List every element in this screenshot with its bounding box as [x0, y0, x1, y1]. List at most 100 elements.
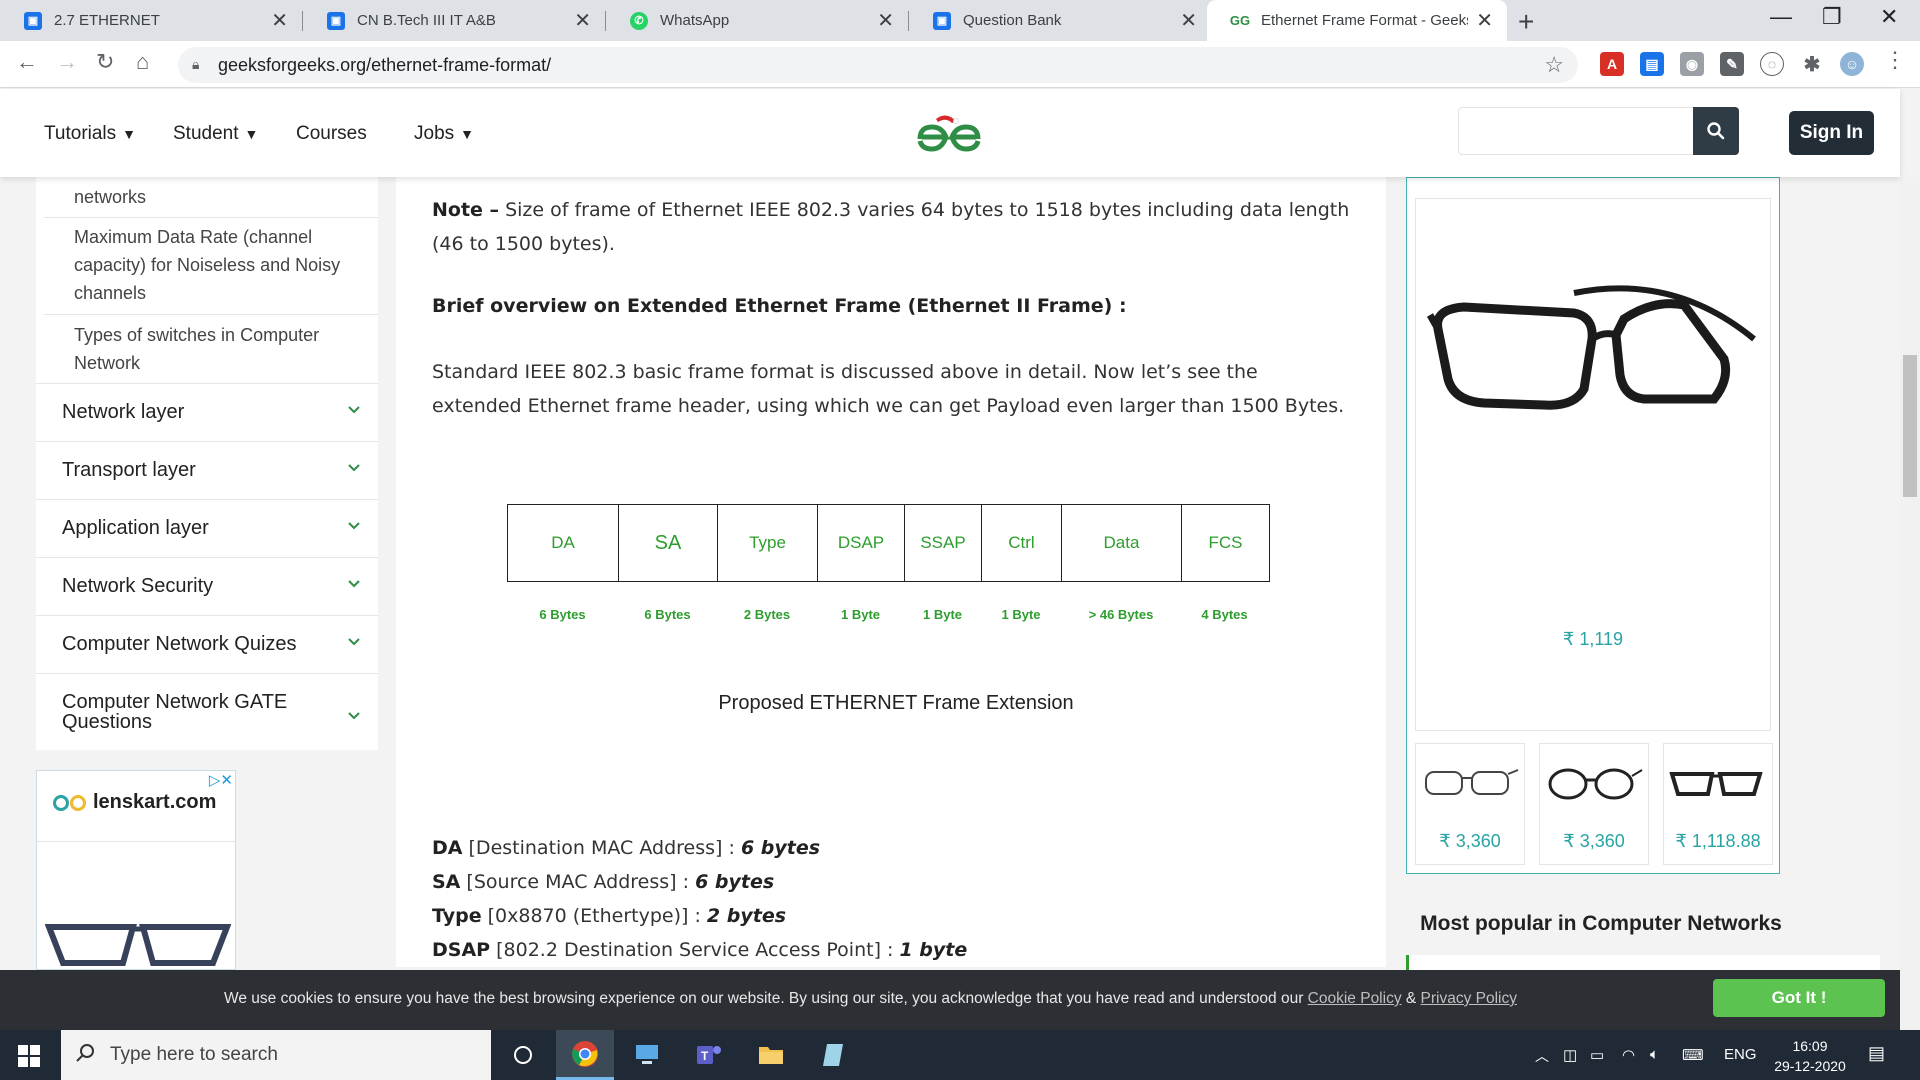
menu-tutorials[interactable]: Tutorials ▼ [44, 123, 136, 145]
pdf-extension-icon[interactable]: A [1600, 52, 1624, 76]
windows-start-icon[interactable] [18, 1045, 40, 1067]
browser-toolbar: ← → ↻ ⌂ 🔒︎ geeksforgeeks.org/ethernet-fr… [0, 41, 1920, 88]
frame-format-diagram: DA SA Type DSAP SSAP Ctrl Data FCS [507, 504, 1270, 582]
sidebar-item-network-layer[interactable]: Network layer [36, 383, 378, 441]
sidebar-item-label: Network layer [62, 401, 185, 423]
clock-date: 29-12-2020 [1774, 1058, 1846, 1074]
product-thumbnail[interactable]: ₹ 3,360 [1539, 743, 1649, 865]
eyeglasses-image [1425, 769, 1519, 795]
notification-icon[interactable]: ▤ [1868, 1043, 1885, 1064]
eyeglasses-image [1426, 285, 1756, 410]
ad-brand-name: lenskart.com [93, 791, 217, 813]
camera-extension-icon[interactable]: ◉ [1680, 52, 1704, 76]
close-tab-icon[interactable]: ✕ [574, 8, 591, 33]
note-paragraph: Note – Size of frame of Ethernet IEEE 80… [432, 193, 1352, 261]
eyedropper-extension-icon[interactable]: ✎ [1720, 52, 1744, 76]
address-bar[interactable]: 🔒︎ geeksforgeeks.org/ethernet-frame-form… [178, 47, 1578, 83]
back-icon[interactable]: ← [16, 49, 38, 75]
product-main[interactable]: ₹ 1,119 [1415, 198, 1771, 731]
chrome-taskbar-icon[interactable] [556, 1030, 614, 1080]
reload-icon[interactable]: ↻ [96, 49, 114, 75]
frame-field-cell: Data [1062, 505, 1182, 581]
browser-tab-strip: ▣ 2.7 ETHERNET ✕ ▣ CN B.Tech III IT A&B … [0, 0, 1920, 41]
sidebar-sublink[interactable]: Maximum Data Rate (channel capacity) for… [74, 223, 364, 307]
close-window-icon[interactable]: ✕ [1880, 4, 1898, 30]
meet-now-icon[interactable]: ◫ [1563, 1046, 1577, 1064]
field-desc: [0x8870 (Ethertype)] : [481, 905, 707, 927]
tab-title: WhatsApp [660, 12, 730, 29]
product-thumbnail[interactable]: ₹ 3,360 [1415, 743, 1525, 865]
close-tab-icon[interactable]: ✕ [271, 8, 288, 33]
scrollbar-thumb[interactable] [1903, 355, 1917, 497]
tab-question-bank[interactable]: ▣ Question Bank ✕ [909, 0, 1211, 41]
battery-icon[interactable]: ▭ [1590, 1046, 1604, 1064]
menu-jobs[interactable]: Jobs ▼ [414, 123, 474, 145]
field-name: Type [432, 905, 482, 927]
google-classroom-icon: ▣ [24, 11, 42, 30]
taskbar-search-box[interactable]: Type here to search [61, 1030, 491, 1080]
teams-taskbar-icon[interactable]: T [680, 1030, 738, 1080]
wifi-icon[interactable]: ◠ [1622, 1046, 1635, 1064]
sidebar-item-computer-network-quizes[interactable]: Computer Network Quizes [36, 615, 378, 673]
lock-icon[interactable]: 🔒︎ [192, 56, 199, 73]
task-view-icon[interactable] [494, 1030, 552, 1080]
sidebar-item-application-layer[interactable]: Application layer [36, 499, 378, 557]
sidebar-item-computer-network-gate[interactable]: Computer Network GATE Questions [36, 673, 378, 750]
tab-title: 2.7 ETHERNET [54, 12, 160, 29]
language-indicator[interactable]: ENG [1724, 1046, 1757, 1063]
url-text[interactable]: geeksforgeeks.org/ethernet-frame-format/ [218, 55, 551, 76]
search-button[interactable] [1693, 107, 1739, 155]
tab-ethernet-frame-format[interactable]: GG Ethernet Frame Format - Geeksfc ✕ [1207, 0, 1507, 41]
sidebar-item-label: Computer Network GATE Questions [62, 691, 288, 733]
privacy-policy-link[interactable]: Privacy Policy [1421, 990, 1517, 1007]
gfg-logo[interactable] [914, 109, 984, 159]
screen-capture-extension-icon[interactable]: ▤ [1640, 52, 1664, 76]
frame-size-label: 1 Byte [840, 607, 881, 622]
chevron-down-icon [348, 580, 360, 588]
sidebar-sublink[interactable]: Types of switches in Computer Network [74, 321, 364, 377]
close-tab-icon[interactable]: ✕ [1180, 8, 1197, 33]
frame-field-cell: SA [619, 505, 718, 581]
new-tab-button[interactable]: + [1518, 6, 1534, 38]
sidebar-ad[interactable]: ▷✕ lenskart.com [36, 770, 236, 970]
browser-menu-icon[interactable]: ⋮ [1884, 47, 1906, 73]
forward-icon[interactable]: → [56, 49, 78, 75]
minimize-icon[interactable]: — [1770, 4, 1792, 30]
remote-desktop-taskbar-icon[interactable] [618, 1030, 676, 1080]
google-classroom-icon: ▣ [327, 11, 345, 30]
sidebar-item-network-security[interactable]: Network Security [36, 557, 378, 615]
tray-chevron-up-icon[interactable]: ︿ [1535, 1046, 1549, 1066]
product-ad-panel[interactable]: ₹ 1,119 ₹ 3,360 ₹ 3,360 ₹ 1,118.88 [1406, 177, 1780, 874]
tab-cn-btech[interactable]: ▣ CN B.Tech III IT A&B ✕ [303, 0, 605, 41]
home-icon[interactable]: ⌂ [136, 49, 149, 75]
sidebar-item-transport-layer[interactable]: Transport layer [36, 441, 378, 499]
got-it-button[interactable]: Got It ! [1713, 979, 1885, 1017]
close-tab-icon[interactable]: ✕ [877, 8, 894, 33]
tab-ethernet[interactable]: ▣ 2.7 ETHERNET ✕ [0, 0, 302, 41]
sign-in-button[interactable]: Sign In [1789, 111, 1874, 155]
field-name: DSAP [432, 939, 491, 961]
product-thumbnail[interactable]: ₹ 1,118.88 [1663, 743, 1773, 865]
extension-icon[interactable]: ◌ [1760, 52, 1784, 76]
file-explorer-taskbar-icon[interactable] [742, 1030, 800, 1080]
extensions-puzzle-icon[interactable]: ✱ [1800, 52, 1824, 76]
cookie-policy-link[interactable]: Cookie Policy [1308, 990, 1402, 1007]
menu-student[interactable]: Student ▼ [173, 123, 258, 145]
tab-whatsapp[interactable]: ✆ WhatsApp ✕ [606, 0, 908, 41]
sidebar-sublink[interactable]: networks [74, 183, 364, 211]
svg-text:T: T [701, 1049, 709, 1063]
keyboard-icon[interactable]: ⌨ [1682, 1046, 1704, 1064]
bookmark-star-icon[interactable]: ☆ [1544, 52, 1564, 78]
profile-avatar[interactable]: ☺ [1840, 52, 1864, 76]
volume-icon[interactable]: 🔈︎ [1650, 1046, 1659, 1063]
menu-courses[interactable]: Courses [296, 123, 367, 145]
restore-icon[interactable]: ❐ [1822, 4, 1842, 30]
taskbar-clock[interactable]: 16:09 29-12-2020 [1770, 1036, 1850, 1076]
close-tab-icon[interactable]: ✕ [1476, 8, 1493, 33]
page-scrollbar[interactable] [1900, 177, 1920, 1030]
notes-taskbar-icon[interactable] [804, 1030, 862, 1080]
sidebar-item-label: Network Security [62, 575, 214, 597]
divider [44, 217, 378, 218]
site-search-input[interactable] [1458, 107, 1694, 155]
ad-choices-icon[interactable]: ▷✕ [209, 771, 233, 789]
